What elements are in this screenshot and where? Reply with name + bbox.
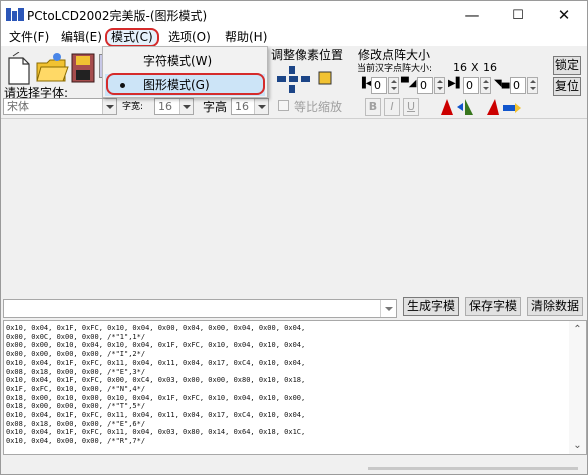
height-select[interactable]: 16 bbox=[231, 98, 269, 115]
vertical-scrollbar[interactable]: ⌃ ⌄ bbox=[569, 321, 586, 454]
output-line: 0x10, 0x04, 0x1F, 0xFC, 0x11, 0x04, 0x11… bbox=[6, 358, 306, 367]
width-select-value: 16 bbox=[158, 100, 172, 113]
output-line: 0x10, 0x04, 0x1F, 0xFC, 0x00, 0xC4, 0x03… bbox=[6, 376, 306, 385]
font-select-value: 宋体 bbox=[7, 100, 29, 113]
output-line: 0x00, 0x0C, 0x00, 0x00, /*"1",1*/ bbox=[6, 332, 146, 341]
save-disk-icon[interactable] bbox=[69, 51, 99, 85]
text-input[interactable] bbox=[3, 299, 397, 318]
output-line: 0x10, 0x04, 0x1F, 0xFC, 0x11, 0x04, 0x03… bbox=[6, 428, 306, 437]
shrink-right-icon: ▶▌ bbox=[448, 78, 464, 89]
clear-data-button[interactable]: 清除数据 bbox=[527, 297, 583, 316]
width-select[interactable]: 16 bbox=[154, 98, 194, 115]
proportional-label: 等比缩放 bbox=[294, 100, 343, 114]
shrink-top-icon: ▀◢ bbox=[401, 78, 417, 89]
width-label: 字宽: bbox=[122, 102, 144, 112]
output-line: 0x00, 0x00, 0x00, 0x00, /*"I",2*/ bbox=[6, 350, 146, 359]
height-select-value: 16 bbox=[235, 100, 249, 113]
window-title: PCtoLCD2002完美版-(图形模式) bbox=[27, 9, 208, 23]
right-spinner[interactable] bbox=[480, 77, 491, 94]
rotate-icon[interactable] bbox=[439, 97, 479, 117]
adjust-position-label: 调整像素位置 bbox=[271, 48, 344, 62]
top-spin-value[interactable]: 0 bbox=[417, 77, 433, 94]
menu-options[interactable]: 选项(O) bbox=[168, 30, 211, 46]
top-spinner[interactable] bbox=[434, 77, 445, 94]
title-bar: PCtoLCD2002完美版-(图形模式) — ☐ ✕ bbox=[1, 1, 587, 29]
chevron-down-icon bbox=[102, 99, 116, 114]
generate-button[interactable]: 生成字模 bbox=[403, 297, 459, 316]
menu-bar: 文件(F) 编辑(E) 模式(C) 选项(O) 帮助(H) bbox=[1, 28, 587, 47]
lock-button[interactable]: 锁定 bbox=[553, 56, 581, 75]
menu-edit[interactable]: 编辑(E) bbox=[61, 30, 102, 46]
current-height-value: 16 bbox=[483, 61, 497, 74]
mode-dropdown-menu: 字符模式(W) 图形模式(G) bbox=[102, 46, 268, 98]
menu-item-char-mode[interactable]: 字符模式(W) bbox=[105, 50, 265, 72]
height-label: 字高 bbox=[203, 100, 228, 114]
save-font-button[interactable]: 保存字模 bbox=[465, 297, 521, 316]
flip-icon[interactable] bbox=[485, 97, 525, 117]
italic-button[interactable]: I bbox=[384, 98, 400, 116]
right-spin-value[interactable]: 0 bbox=[463, 77, 479, 94]
bold-button[interactable]: B bbox=[365, 98, 381, 116]
status-strip bbox=[1, 457, 587, 474]
output-line: 0x1F, 0xFC, 0x10, 0x00, /*"N",4*/ bbox=[6, 384, 146, 393]
highlight-ring bbox=[106, 73, 265, 95]
input-row: 生成字模 保存字模 清除数据 bbox=[1, 294, 587, 320]
shrink-bottom-icon: ◥▄ bbox=[494, 78, 510, 89]
reset-button[interactable]: 复位 bbox=[553, 77, 581, 96]
minimize-button[interactable]: — bbox=[449, 1, 495, 29]
output-line: 0x08, 0x18, 0x00, 0x00, /*"E",6*/ bbox=[6, 419, 146, 428]
scroll-up-icon[interactable]: ⌃ bbox=[569, 321, 586, 338]
current-x-label: X bbox=[471, 61, 479, 74]
chevron-down-icon bbox=[254, 99, 268, 114]
menu-file[interactable]: 文件(F) bbox=[9, 30, 49, 46]
app-logo-icon bbox=[6, 8, 24, 21]
output-line: 0x10, 0x04, 0x1F, 0xFC, 0x11, 0x04, 0x11… bbox=[6, 411, 306, 419]
output-textarea[interactable]: 0x10, 0x04, 0x1F, 0xFC, 0x10, 0x04, 0x00… bbox=[3, 320, 587, 455]
font-select[interactable]: 宋体 bbox=[3, 98, 117, 115]
app-window: PCtoLCD2002完美版-(图形模式) — ☐ ✕ 文件(F) 编辑(E) … bbox=[0, 0, 588, 475]
bottom-spin-value[interactable]: 0 bbox=[510, 77, 526, 94]
output-line: 0x08, 0x18, 0x00, 0x00, /*"E",3*/ bbox=[6, 367, 146, 376]
output-line: 0x10, 0x04, 0x00, 0x00, /*"R",7*/ bbox=[6, 437, 146, 446]
output-line: 0x18, 0x00, 0x10, 0x00, 0x10, 0x04, 0x1F… bbox=[6, 393, 306, 402]
drawing-canvas[interactable] bbox=[1, 118, 587, 294]
menu-mode[interactable]: 模式(C) bbox=[105, 28, 159, 47]
scroll-down-icon[interactable]: ⌄ bbox=[569, 437, 586, 454]
menu-help[interactable]: 帮助(H) bbox=[225, 30, 267, 46]
toolbar: 请选择字体: 宋体 字宽: 16 字高 16 等比缩放 B I U 调整像素位置… bbox=[1, 46, 587, 118]
underline-button[interactable]: U bbox=[403, 98, 419, 116]
chevron-down-icon[interactable] bbox=[380, 300, 396, 317]
bottom-spinner[interactable] bbox=[527, 77, 538, 94]
new-file-icon[interactable] bbox=[5, 52, 35, 86]
left-spin-value[interactable]: 0 bbox=[371, 77, 387, 94]
current-width-value: 16 bbox=[453, 61, 467, 74]
output-line: 0x18, 0x00, 0x00, 0x00, /*"T",5*/ bbox=[6, 402, 146, 411]
output-line: 0x00, 0x00, 0x10, 0x04, 0x10, 0x04, 0x1F… bbox=[6, 341, 306, 350]
output-line: 0x10, 0x04, 0x1F, 0xFC, 0x10, 0x04, 0x00… bbox=[6, 324, 306, 332]
close-button[interactable]: ✕ bbox=[541, 1, 587, 29]
proportional-checkbox[interactable] bbox=[278, 100, 289, 111]
open-folder-icon[interactable] bbox=[35, 51, 69, 85]
left-spinner[interactable] bbox=[388, 77, 399, 94]
horizontal-scroll-thumb[interactable] bbox=[368, 467, 578, 470]
maximize-button[interactable]: ☐ bbox=[495, 1, 541, 29]
current-size-label: 当前汉字点阵大小: bbox=[357, 64, 433, 74]
pixel-shift-arrows-icon[interactable] bbox=[277, 66, 337, 94]
chevron-down-icon bbox=[179, 99, 193, 114]
